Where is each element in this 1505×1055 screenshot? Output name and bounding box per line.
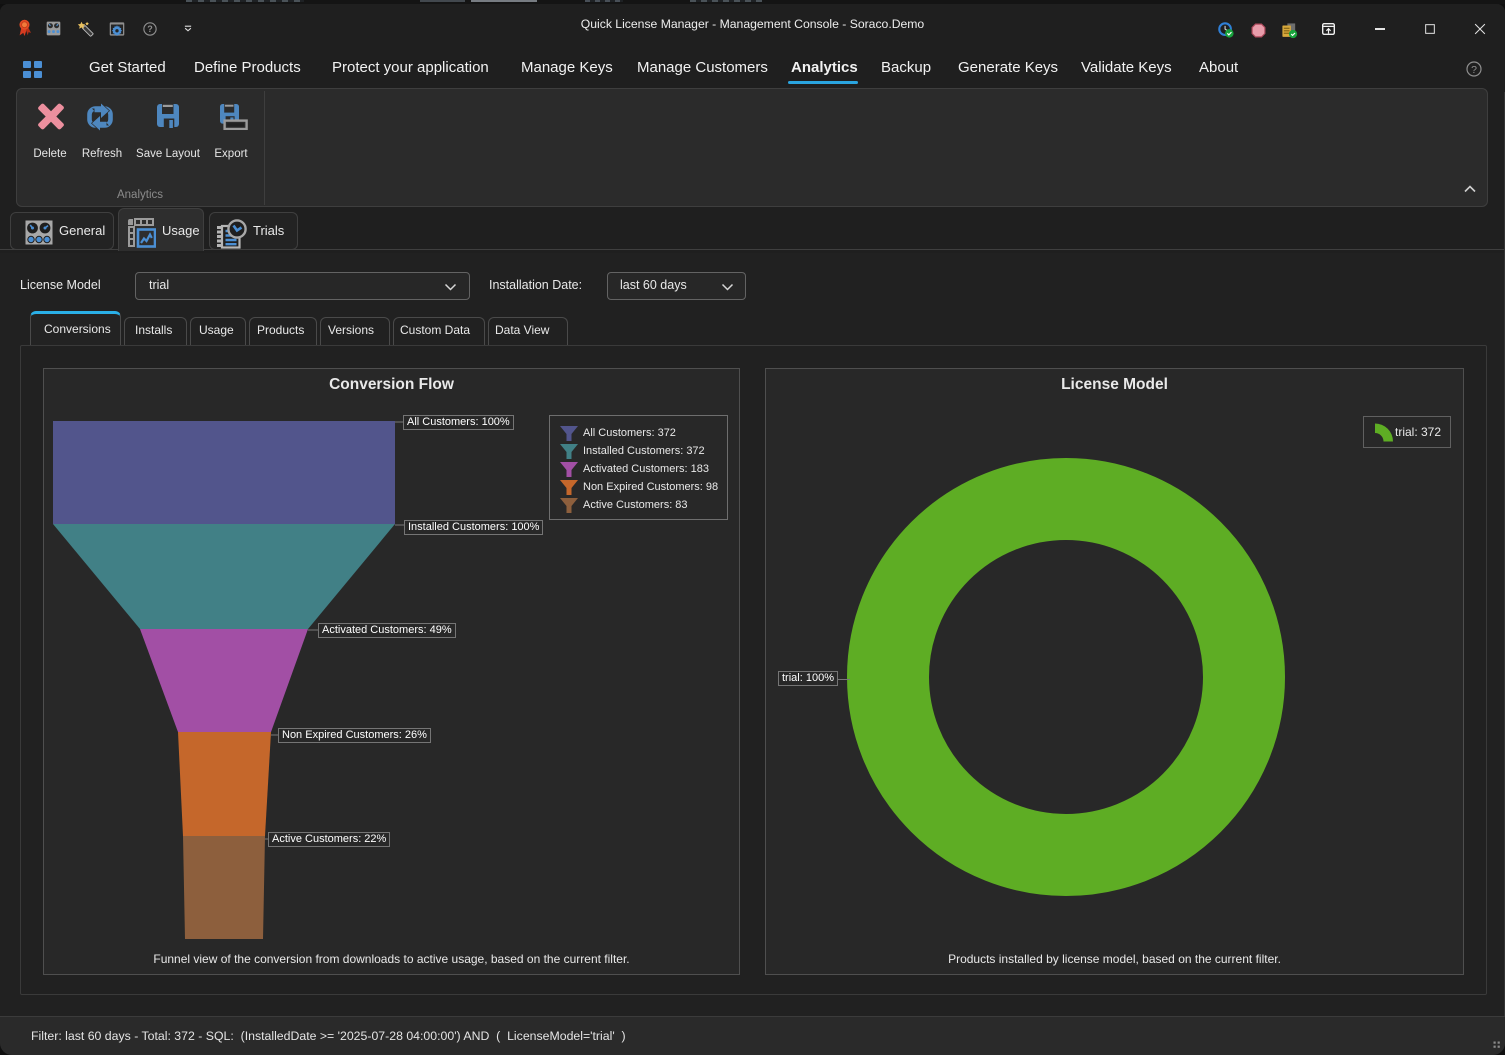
svg-text:?: ? bbox=[147, 24, 153, 34]
svg-text:?: ? bbox=[1471, 64, 1477, 76]
